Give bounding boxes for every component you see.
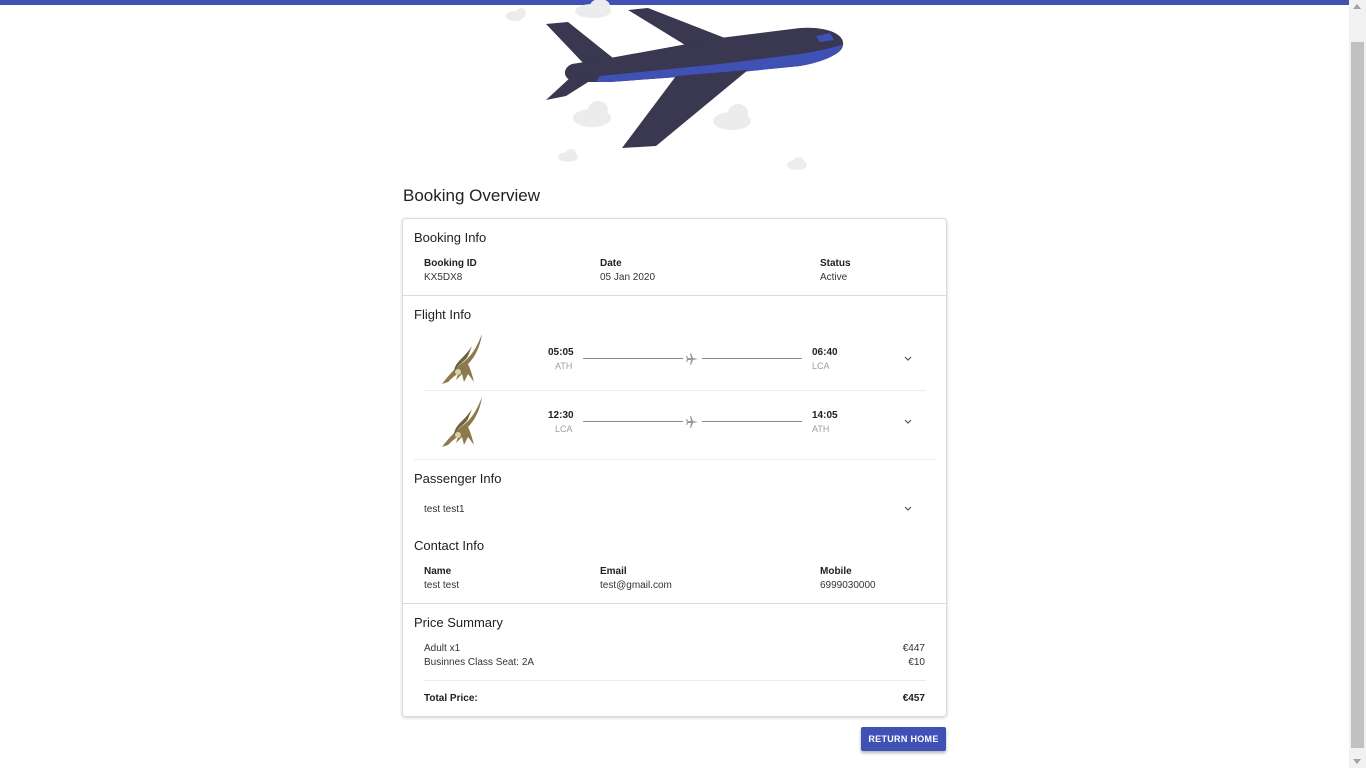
airplane-illustration (506, 0, 844, 170)
price-summary-title: Price Summary (414, 615, 503, 630)
contact-email-label: Email (600, 566, 627, 577)
departure-time: 12:30 (548, 410, 574, 421)
status-label: Status (820, 258, 851, 269)
route-line (702, 358, 802, 359)
arrival-airport: ATH (812, 424, 830, 434)
section-divider (403, 295, 946, 296)
airplane-icon (686, 416, 698, 428)
total-price-amount: €457 (902, 693, 925, 704)
booking-id-label: Booking ID (424, 258, 477, 269)
departure-time: 05:05 (548, 347, 574, 358)
departure-airport: LCA (555, 424, 573, 434)
contact-name-value: test test (424, 580, 460, 591)
passenger-name: test test1 (424, 504, 465, 515)
contact-mobile-value: 6999030000 (820, 580, 876, 591)
airline-eagle-logo (442, 334, 482, 384)
flight-info-title: Flight Info (414, 307, 472, 322)
departure-airport: ATH (555, 361, 573, 371)
flight-divider (424, 390, 926, 391)
airplane-icon (686, 353, 698, 365)
arrival-time: 14:05 (812, 410, 838, 421)
booking-overview-card: Booking Info Booking ID KX5DX8 Date 05 J… (402, 218, 947, 717)
contact-name-label: Name (424, 566, 452, 577)
total-divider (424, 680, 926, 681)
contact-mobile-label: Mobile (820, 566, 852, 577)
scroll-up-arrow-icon[interactable] (1353, 4, 1361, 9)
date-label: Date (600, 258, 622, 269)
arrival-airport: LCA (812, 361, 830, 371)
price-item-label: Adult x1 (424, 643, 461, 654)
contact-info-title: Contact Info (414, 538, 485, 553)
price-item-label: Businnes Class Seat: 2A (424, 657, 535, 668)
route-line (583, 358, 683, 359)
chevron-down-icon[interactable] (903, 353, 913, 363)
date-value: 05 Jan 2020 (600, 272, 656, 283)
section-divider (403, 603, 946, 604)
chevron-down-icon[interactable] (903, 416, 913, 426)
section-divider (414, 459, 936, 460)
booking-info-title: Booking Info (414, 230, 487, 245)
vertical-scrollbar[interactable] (1349, 0, 1366, 768)
page-title: Booking Overview (403, 186, 541, 205)
passenger-info-title: Passenger Info (414, 471, 502, 486)
route-line (583, 421, 683, 422)
total-price-label: Total Price: (424, 693, 478, 704)
airline-eagle-logo (442, 397, 482, 447)
arrival-time: 06:40 (812, 347, 838, 358)
return-home-button[interactable]: RETURN HOME (861, 727, 946, 751)
contact-email-value: test@gmail.com (600, 580, 672, 591)
booking-id-value: KX5DX8 (424, 272, 463, 283)
price-item-amount: €10 (908, 657, 925, 668)
route-line (702, 421, 802, 422)
scroll-down-arrow-icon[interactable] (1353, 759, 1361, 764)
chevron-down-icon[interactable] (903, 503, 913, 513)
scroll-thumb[interactable] (1351, 42, 1364, 748)
price-item-amount: €447 (902, 643, 925, 654)
status-value: Active (820, 272, 848, 283)
